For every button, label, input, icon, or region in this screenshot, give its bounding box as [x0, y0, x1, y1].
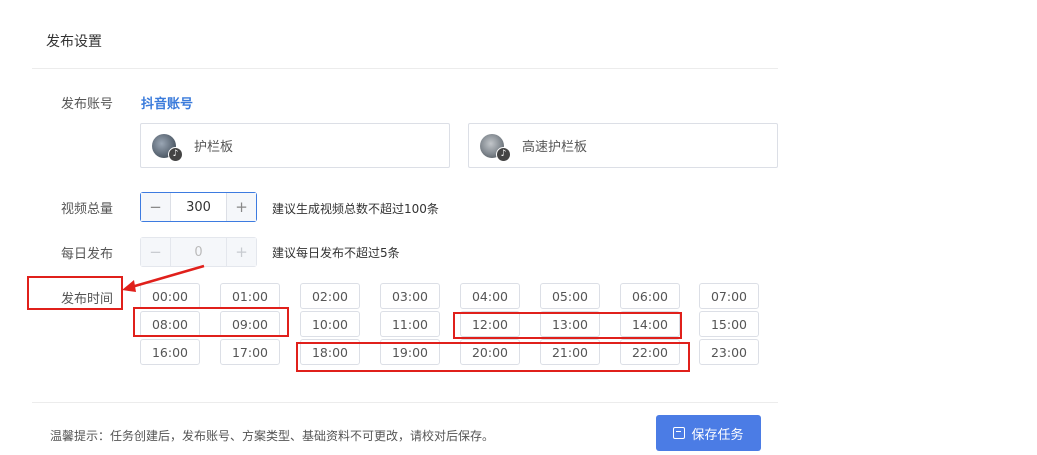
time-slot-button[interactable]: 03:00 [380, 283, 440, 309]
avatar: ♪ [480, 133, 511, 162]
time-slot-button[interactable]: 02:00 [300, 283, 360, 309]
time-slot-button[interactable]: 20:00 [460, 339, 520, 365]
save-icon [673, 427, 686, 439]
time-slot-button[interactable]: 15:00 [699, 311, 759, 337]
publish-time-label: 发布时间 [61, 292, 114, 307]
time-slot-button[interactable]: 11:00 [380, 311, 440, 337]
increment-button[interactable]: + [226, 238, 256, 266]
annotation-arrow-icon [122, 264, 205, 292]
increment-button[interactable]: + [226, 193, 256, 221]
account-label: 发布账号 [61, 97, 114, 112]
save-button-label: 保存任务 [691, 427, 744, 443]
time-slot-button[interactable]: 12:00 [460, 311, 520, 337]
time-slot-button[interactable]: 14:00 [620, 311, 680, 337]
time-slot-button[interactable]: 16:00 [140, 339, 200, 365]
tiktok-icon: ♪ [496, 146, 511, 162]
divider-top [32, 68, 778, 69]
footer-tip: 温馨提示：任务创建后，发布账号、方案类型、基础资料不可更改，请校对后保存。 [50, 429, 495, 443]
divider-bottom [32, 402, 778, 403]
time-slot-button[interactable]: 01:00 [220, 283, 280, 309]
decrement-button[interactable]: − [141, 193, 171, 221]
section-title: 发布设置 [46, 34, 102, 50]
time-slot-button[interactable]: 10:00 [300, 311, 360, 337]
time-slot-button[interactable]: 23:00 [699, 339, 759, 365]
time-slot-button[interactable]: 21:00 [540, 339, 600, 365]
time-slot-button[interactable]: 19:00 [380, 339, 440, 365]
time-slot-button[interactable]: 22:00 [620, 339, 680, 365]
time-slot-button[interactable]: 18:00 [300, 339, 360, 365]
tiktok-icon: ♪ [168, 146, 183, 162]
time-slot-button[interactable]: 06:00 [620, 283, 680, 309]
total-hint: 建议生成视频总数不超过100条 [272, 202, 439, 216]
douyin-account-tab[interactable]: 抖音账号 [141, 93, 193, 112]
total-stepper[interactable]: − 300 + [140, 192, 257, 222]
account-card-1[interactable]: ♪ 护栏板 [140, 123, 450, 168]
save-task-button[interactable]: 保存任务 [656, 415, 761, 451]
daily-hint: 建议每日发布不超过5条 [272, 246, 400, 260]
time-slot-button[interactable]: 13:00 [540, 311, 600, 337]
account-name: 护栏板 [194, 140, 234, 155]
account-name: 高速护栏板 [522, 140, 588, 155]
time-slot-button[interactable]: 07:00 [699, 283, 759, 309]
account-card-2[interactable]: ♪ 高速护栏板 [468, 123, 778, 168]
time-slot-button[interactable]: 17:00 [220, 339, 280, 365]
time-slot-button[interactable]: 05:00 [540, 283, 600, 309]
avatar: ♪ [152, 133, 183, 162]
total-value[interactable]: 300 [171, 193, 226, 221]
time-slot-button[interactable]: 08:00 [140, 311, 200, 337]
time-slot-button[interactable]: 09:00 [220, 311, 280, 337]
time-slot-button[interactable]: 04:00 [460, 283, 520, 309]
daily-label: 每日发布 [61, 247, 114, 262]
total-label: 视频总量 [61, 202, 114, 217]
